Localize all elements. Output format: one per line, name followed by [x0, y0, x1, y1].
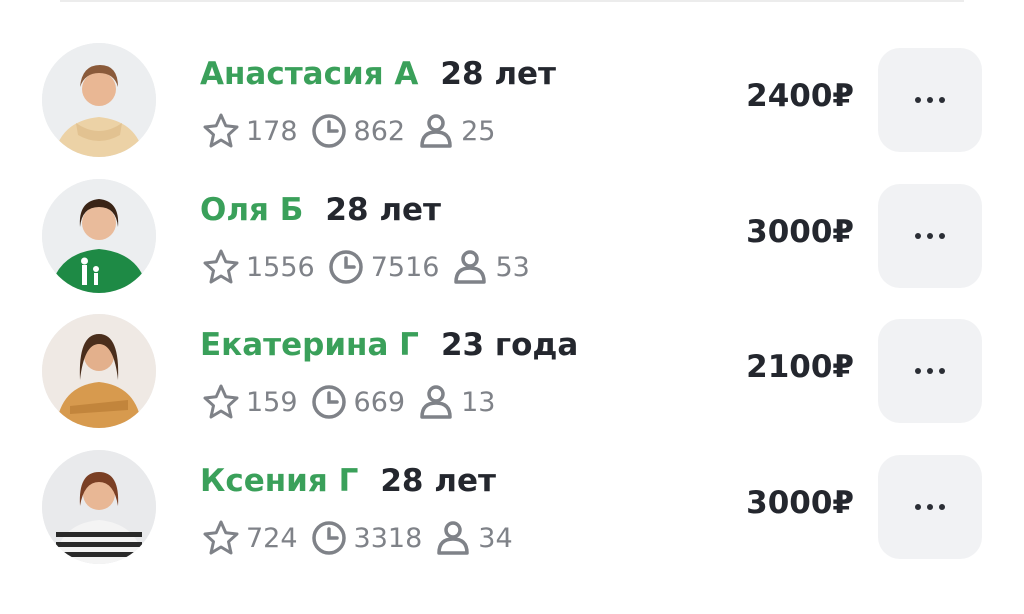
person-icon — [434, 519, 472, 557]
specialist-name[interactable]: Екатерина Г — [200, 327, 419, 363]
specialist-name[interactable]: Оля Б — [200, 192, 303, 228]
star-icon — [202, 519, 240, 557]
clients-value: 34 — [478, 522, 513, 554]
price: 3000₽ — [746, 485, 854, 521]
price: 2400₽ — [746, 78, 854, 114]
specialist-row[interactable]: Анастасия А 28 лет 178 862 25 2400₽ — [0, 0, 1024, 157]
specialist-row[interactable]: Оля Б 28 лет 1556 7516 53 3000₽ — [0, 136, 1024, 293]
specialist-age: 28 лет — [380, 463, 496, 499]
avatar[interactable] — [42, 450, 156, 564]
more-button[interactable] — [878, 455, 982, 559]
specialist-row[interactable]: Ксения Г 28 лет 724 3318 34 3000₽ — [0, 407, 1024, 564]
hours-value: 3318 — [353, 522, 423, 554]
hours-stat: 3318 — [310, 519, 423, 557]
more-dots-icon — [915, 504, 945, 510]
clients-stat: 34 — [434, 519, 513, 557]
specialist-name[interactable]: Ксения Г — [200, 463, 358, 499]
more-dots-icon — [915, 233, 945, 239]
specialist-age: 23 года — [440, 327, 579, 363]
rating-stat: 724 — [202, 519, 298, 557]
specialist-row[interactable]: Екатерина Г 23 года 159 669 13 2100₽ — [0, 271, 1024, 428]
specialist-age: 28 лет — [440, 56, 557, 92]
price: 2100₽ — [746, 349, 854, 385]
specialist-age: 28 лет — [325, 192, 442, 228]
more-dots-icon — [915, 97, 945, 103]
more-dots-icon — [915, 368, 945, 374]
clock-icon — [310, 519, 348, 557]
specialist-stats: 724 3318 34 — [202, 518, 525, 558]
specialist-name[interactable]: Анастасия А — [200, 56, 418, 92]
price: 3000₽ — [746, 214, 854, 250]
rating-value: 724 — [246, 522, 298, 554]
